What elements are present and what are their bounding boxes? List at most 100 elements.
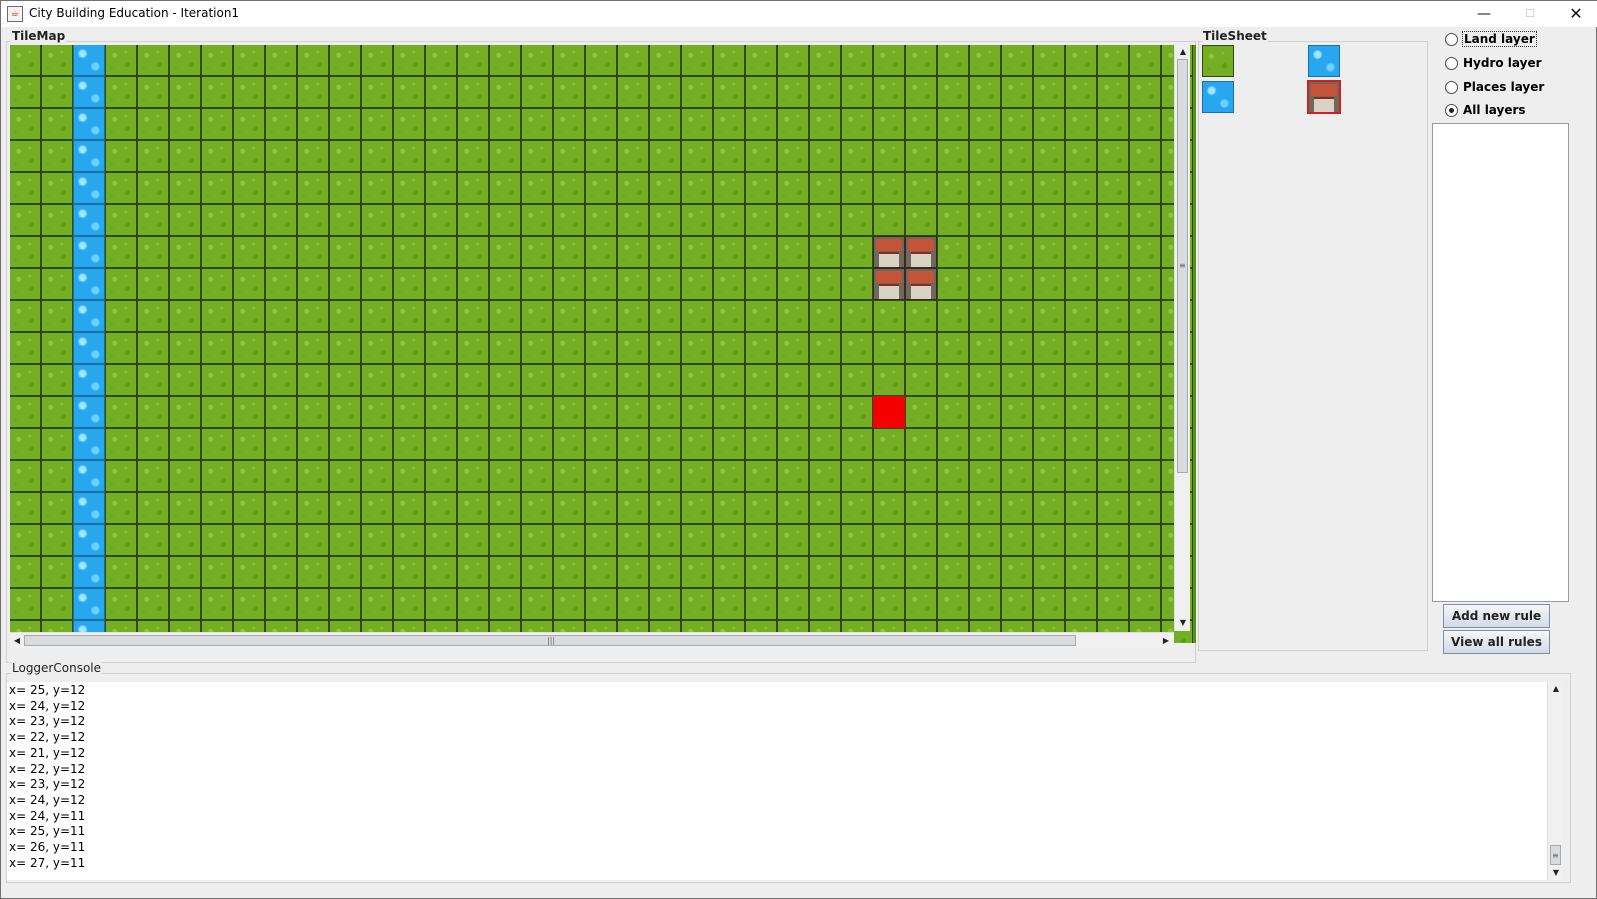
grass-tile[interactable] [873,76,905,108]
grass-tile[interactable] [201,268,233,300]
grass-tile[interactable] [713,45,745,76]
grass-tile[interactable] [10,204,41,236]
grass-tile[interactable] [521,428,553,460]
grass-tile[interactable] [905,460,937,492]
grass-tile[interactable] [457,172,489,204]
grass-tile[interactable] [201,364,233,396]
grass-tile[interactable] [1065,364,1097,396]
grass-tile[interactable] [361,236,393,268]
tilemap-horizontal-scroll-thumb[interactable]: ||| [24,635,1076,646]
grass-tile[interactable] [905,556,937,588]
grass-tile[interactable] [745,108,777,140]
water-tile[interactable] [73,460,105,492]
radio-button-icon[interactable] [1445,57,1458,70]
grass-tile[interactable] [809,460,841,492]
grass-tile[interactable] [233,460,265,492]
grass-tile[interactable] [617,45,649,76]
grass-tile[interactable] [841,524,873,556]
grass-tile[interactable] [937,588,969,620]
grass-tile[interactable] [393,108,425,140]
grass-tile[interactable] [201,588,233,620]
grass-tile[interactable] [457,428,489,460]
grass-tile[interactable] [361,172,393,204]
add-new-rule-button[interactable]: Add new rule [1443,604,1550,628]
grass-tile[interactable] [905,428,937,460]
grass-tile[interactable] [10,428,41,460]
grass-tile[interactable] [297,396,329,428]
grass-tile[interactable] [553,76,585,108]
grass-tile[interactable] [1001,108,1033,140]
grass-tile[interactable] [521,396,553,428]
grass-tile[interactable] [393,140,425,172]
grass-tile[interactable] [1001,268,1033,300]
grass-tile[interactable] [585,268,617,300]
grass-tile[interactable] [1097,460,1129,492]
grass-tile[interactable] [457,524,489,556]
grass-tile[interactable] [1033,140,1065,172]
grass-tile[interactable] [969,300,1001,332]
radio-button-checked-icon[interactable] [1445,104,1458,117]
grass-tile[interactable] [1097,140,1129,172]
grass-tile[interactable] [649,140,681,172]
grass-tile[interactable] [105,556,137,588]
grass-tile[interactable] [297,556,329,588]
grass-tile[interactable] [777,460,809,492]
grass-tile[interactable] [745,140,777,172]
grass-tile[interactable] [457,45,489,76]
grass-tile[interactable] [809,396,841,428]
house-tile[interactable] [873,268,905,300]
grass-tile[interactable] [233,332,265,364]
grass-tile[interactable] [745,172,777,204]
grass-tile[interactable] [745,300,777,332]
radio-button-icon[interactable] [1445,81,1458,94]
grass-tile[interactable] [265,268,297,300]
grass-tile[interactable] [681,76,713,108]
grass-tile[interactable] [1129,524,1161,556]
grass-tile[interactable] [105,332,137,364]
grass-tile[interactable] [201,460,233,492]
grass-tile[interactable] [841,492,873,524]
grass-tile[interactable] [745,76,777,108]
grass-tile[interactable] [681,460,713,492]
grass-tile[interactable] [297,428,329,460]
grass-tile[interactable] [969,108,1001,140]
grass-tile[interactable] [521,588,553,620]
grass-tile[interactable] [425,204,457,236]
grass-tile[interactable] [777,140,809,172]
grass-tile[interactable] [969,76,1001,108]
radio-button-icon[interactable] [1445,33,1458,46]
grass-tile[interactable] [841,268,873,300]
grass-tile[interactable] [585,556,617,588]
maximize-button[interactable]: ☐ [1507,1,1553,27]
grass-tile[interactable] [1001,364,1033,396]
grass-tile[interactable] [169,108,201,140]
grass-tile[interactable] [169,300,201,332]
grass-tile[interactable] [1001,140,1033,172]
grass-tile[interactable] [457,76,489,108]
grass-tile[interactable] [713,204,745,236]
grass-tile[interactable] [265,76,297,108]
grass-tile[interactable] [841,428,873,460]
grass-tile[interactable] [553,45,585,76]
water-tile[interactable] [73,236,105,268]
grass-tile[interactable] [1097,268,1129,300]
grass-tile[interactable] [617,396,649,428]
grass-tile[interactable] [297,45,329,76]
grass-tile[interactable] [489,396,521,428]
grass-tile[interactable] [41,428,73,460]
grass-tile[interactable] [905,300,937,332]
grass-tile[interactable] [905,172,937,204]
grass-tile[interactable] [937,556,969,588]
grass-tile[interactable] [841,300,873,332]
grass-tile[interactable] [489,76,521,108]
grass-tile[interactable] [649,428,681,460]
grass-tile[interactable] [905,492,937,524]
grass-tile[interactable] [1033,45,1065,76]
grass-tile[interactable] [841,332,873,364]
grass-tile[interactable] [1129,76,1161,108]
grass-tile[interactable] [1097,300,1129,332]
grass-tile[interactable] [329,460,361,492]
grass-tile[interactable] [41,556,73,588]
grass-tile[interactable] [681,268,713,300]
grass-tile[interactable] [1065,204,1097,236]
